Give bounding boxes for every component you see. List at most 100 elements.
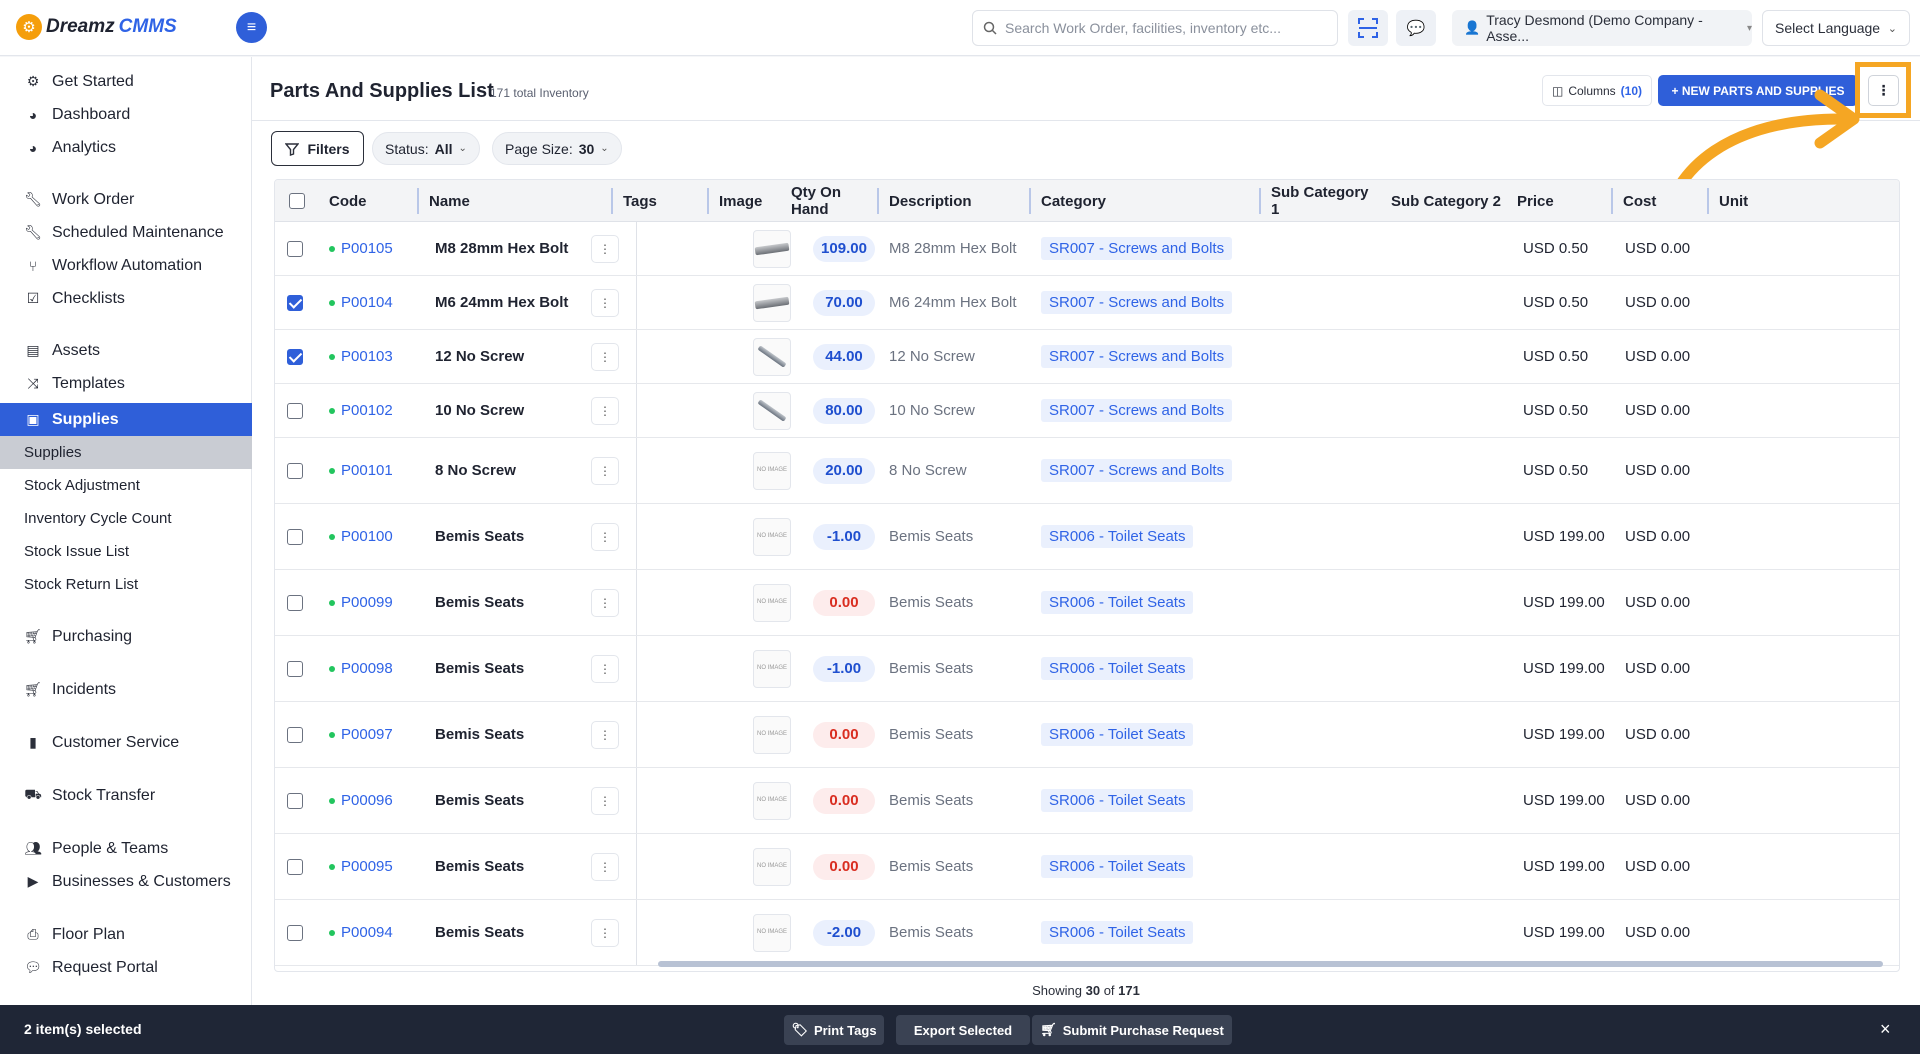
filters-button[interactable]: Filters (271, 131, 364, 166)
part-code-link[interactable]: P00096 (329, 768, 419, 833)
app-logo[interactable]: ⚙ Dreamz CMMS (16, 14, 177, 40)
sidebar-item-assets[interactable]: ▤ Assets (0, 334, 252, 367)
row-checkbox[interactable] (287, 402, 303, 419)
row-more-options-button[interactable]: ⋮ (591, 234, 619, 263)
row-more-options-button[interactable]: ⋮ (591, 288, 619, 317)
row-checkbox[interactable] (287, 294, 303, 311)
column-header-description[interactable]: Description (879, 180, 1031, 222)
sidebar-item-people-teams[interactable]: 👥︎ People & Teams (0, 832, 252, 865)
category-link[interactable]: SR007 - Screws and Bolts (1041, 291, 1233, 314)
scan-button[interactable] (1348, 10, 1388, 46)
global-search[interactable] (972, 10, 1338, 46)
part-code-link[interactable]: P00105 (329, 222, 419, 275)
submit-purchase-request-button[interactable]: 🛒︎ Submit Purchase Request (1032, 1015, 1232, 1045)
part-code-link[interactable]: P00098 (329, 636, 419, 701)
sidebar-item-incidents[interactable]: 🛒︎ Incidents (0, 673, 252, 706)
column-header-code[interactable]: Code (319, 180, 419, 222)
category-link[interactable]: SR006 - Toilet Seats (1041, 525, 1194, 548)
sidebar-subitem-inventory-cycle-count[interactable]: Inventory Cycle Count (0, 502, 252, 535)
category-link[interactable]: SR007 - Screws and Bolts (1041, 399, 1233, 422)
column-header-sub-category-2[interactable]: Sub Category 2 (1381, 180, 1507, 222)
sidebar-subitem-stock-adjustment[interactable]: Stock Adjustment (0, 469, 252, 502)
table-row[interactable]: P00098 Bemis Seats ⋮ NO IMAGE -1.00 Bemis Sea… (275, 636, 1899, 702)
category-link[interactable]: SR006 - Toilet Seats (1041, 657, 1194, 680)
table-row[interactable]: P00103 12 No Screw ⋮ 44.00 12 No Screw SR007 … (275, 330, 1899, 384)
horizontal-scrollbar[interactable] (658, 961, 1883, 967)
part-code-link[interactable]: P00103 (329, 330, 419, 383)
sidebar-item-supplies[interactable]: ▣ Supplies (0, 403, 252, 436)
table-row[interactable]: P00105 M8 28mm Hex Bolt ⋮ 109.00 M8 28mm Hex… (275, 222, 1899, 276)
sidebar-item-stock-transfer[interactable]: ⛟ Stock Transfer (0, 779, 252, 812)
row-more-options-button[interactable]: ⋮ (591, 342, 619, 371)
row-checkbox[interactable] (287, 462, 303, 479)
sidebar-item-businesses-customers[interactable]: ▶ Businesses & Customers (0, 865, 252, 898)
category-link[interactable]: SR007 - Screws and Bolts (1041, 237, 1233, 260)
part-code-link[interactable]: P00097 (329, 702, 419, 767)
sidebar-item-request-portal[interactable]: 💬︎ Request Portal (0, 951, 252, 984)
sidebar-item-customer-service[interactable]: ▮ Customer Service (0, 726, 252, 759)
part-code-link[interactable]: P00099 (329, 570, 419, 635)
category-link[interactable]: SR006 - Toilet Seats (1041, 723, 1194, 746)
table-row[interactable]: P00099 Bemis Seats ⋮ NO IMAGE 0.00 Bemis Seat… (275, 570, 1899, 636)
sidebar-item-get-started[interactable]: ⚙ Get Started (0, 65, 252, 98)
column-header-category[interactable]: Category (1031, 180, 1261, 222)
print-tags-button[interactable]: 🏷︎ Print Tags (784, 1015, 884, 1045)
row-more-options-button[interactable]: ⋮ (591, 456, 619, 485)
row-checkbox[interactable] (287, 528, 303, 545)
row-more-options-button[interactable]: ⋮ (591, 852, 619, 881)
part-image-cell[interactable] (753, 384, 793, 437)
sidebar-item-analytics[interactable]: ◕ Analytics (0, 131, 252, 164)
sidebar-item-templates[interactable]: ⤨ Templates (0, 367, 252, 400)
table-row[interactable]: P00096 Bemis Seats ⋮ NO IMAGE 0.00 Bemis Seat… (275, 768, 1899, 834)
category-link[interactable]: SR006 - Toilet Seats (1041, 789, 1194, 812)
sidebar-subitem-stock-issue-list[interactable]: Stock Issue List (0, 535, 252, 568)
part-code-link[interactable]: P00095 (329, 834, 419, 899)
user-menu[interactable]: 👤 Tracy Desmond (Demo Company - Asse... … (1452, 10, 1752, 46)
row-more-options-button[interactable]: ⋮ (591, 654, 619, 683)
column-header-cost[interactable]: Cost (1613, 180, 1709, 222)
export-selected-button[interactable]: Export Selected (896, 1015, 1030, 1045)
category-link[interactable]: SR006 - Toilet Seats (1041, 591, 1194, 614)
table-row[interactable]: P00094 Bemis Seats ⋮ NO IMAGE -2.00 Bemis Sea… (275, 900, 1899, 966)
columns-button[interactable]: ◫ Columns (10) (1542, 75, 1652, 106)
part-code-link[interactable]: P00104 (329, 276, 419, 329)
new-parts-supplies-button[interactable]: + NEW PARTS AND SUPPLIES (1658, 75, 1858, 106)
sidebar-item-work-order[interactable]: 🔧︎ Work Order (0, 183, 252, 216)
row-more-options-button[interactable]: ⋮ (591, 396, 619, 425)
sidebar-item-purchasing[interactable]: 🛒︎ Purchasing (0, 620, 252, 653)
part-image-cell[interactable] (753, 330, 793, 383)
category-link[interactable]: SR006 - Toilet Seats (1041, 921, 1194, 944)
hamburger-menu-icon[interactable]: ≡ (236, 12, 267, 43)
part-image-cell[interactable]: NO IMAGE (753, 768, 793, 833)
row-more-options-button[interactable]: ⋮ (591, 720, 619, 749)
part-image-cell[interactable]: NO IMAGE (753, 636, 793, 701)
sidebar-item-checklists[interactable]: ☑ Checklists (0, 282, 252, 315)
part-image-cell[interactable]: NO IMAGE (753, 702, 793, 767)
row-checkbox[interactable] (287, 858, 303, 875)
table-row[interactable]: P00102 10 No Screw ⋮ 80.00 10 No Screw SR007 … (275, 384, 1899, 438)
row-checkbox[interactable] (287, 594, 303, 611)
status-filter[interactable]: Status: All ⌄ (372, 132, 480, 165)
column-header-tags[interactable]: Tags (613, 180, 709, 222)
row-more-options-button[interactable]: ⋮ (591, 522, 619, 551)
sidebar-subitem-stock-return-list[interactable]: Stock Return List (0, 568, 252, 601)
column-header-image[interactable]: Image (709, 180, 781, 222)
row-checkbox[interactable] (287, 726, 303, 743)
search-input[interactable] (1005, 20, 1325, 36)
sidebar-item-floor-plan[interactable]: ⎙ Floor Plan (0, 918, 252, 951)
part-image-cell[interactable]: NO IMAGE (753, 438, 793, 503)
sidebar-item-dashboard[interactable]: ◕ Dashboard (0, 98, 252, 131)
row-checkbox[interactable] (287, 792, 303, 809)
table-row[interactable]: P00097 Bemis Seats ⋮ NO IMAGE 0.00 Bemis Seat… (275, 702, 1899, 768)
row-more-options-button[interactable]: ⋮ (591, 588, 619, 617)
part-image-cell[interactable]: NO IMAGE (753, 900, 793, 965)
table-row[interactable]: P00104 M6 24mm Hex Bolt ⋮ 70.00 M6 24mm Hex … (275, 276, 1899, 330)
row-checkbox[interactable] (287, 924, 303, 941)
part-image-cell[interactable]: NO IMAGE (753, 570, 793, 635)
row-more-options-button[interactable]: ⋮ (591, 786, 619, 815)
page-size-filter[interactable]: Page Size: 30 ⌄ (492, 132, 622, 165)
part-code-link[interactable]: P00100 (329, 504, 419, 569)
part-image-cell[interactable]: NO IMAGE (753, 834, 793, 899)
sidebar-item-workflow-automation[interactable]: ⑂ Workflow Automation (0, 249, 252, 282)
column-header-unit[interactable]: Unit (1709, 180, 1789, 222)
